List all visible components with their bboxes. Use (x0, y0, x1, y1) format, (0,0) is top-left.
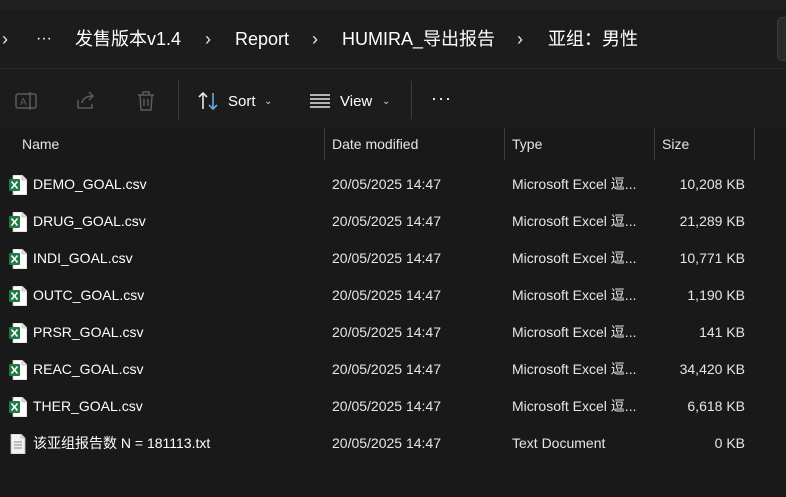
file-date-modified: 20/05/2025 14:47 (332, 250, 441, 266)
file-size: 10,771 KB (679, 250, 745, 266)
more-options-button[interactable]: ··· (431, 89, 452, 107)
breadcrumb-item-humira[interactable]: HUMIRA_导出报告 (342, 24, 495, 54)
file-date-modified: 20/05/2025 14:47 (332, 435, 441, 451)
file-size: 34,420 KB (679, 361, 745, 377)
chevron-right-icon[interactable]: › (2, 24, 8, 54)
file-name[interactable]: OUTC_GOAL.csv (33, 277, 144, 314)
breadcrumb-item-release[interactable]: 发售版本v1.4 (75, 24, 181, 54)
file-date-modified: 20/05/2025 14:47 (332, 324, 441, 340)
column-header-type[interactable]: Type (512, 128, 542, 160)
excel-csv-icon (9, 359, 28, 381)
file-type: Microsoft Excel 逗... (512, 398, 637, 414)
breadcrumb-overflow-button[interactable]: ··· (36, 24, 52, 54)
file-name[interactable]: THER_GOAL.csv (33, 388, 143, 425)
file-size: 141 KB (699, 324, 745, 340)
file-type: Text Document (512, 435, 606, 451)
search-box[interactable] (777, 17, 786, 61)
file-date-modified: 20/05/2025 14:47 (332, 213, 441, 229)
column-divider[interactable] (324, 128, 325, 160)
file-row[interactable]: PRSR_GOAL.csv 20/05/2025 14:47 Microsoft E… (0, 314, 786, 351)
rename-icon[interactable]: A (14, 89, 38, 113)
file-type: Microsoft Excel 逗... (512, 361, 637, 377)
text-file-icon (9, 433, 27, 455)
chevron-right-icon[interactable]: › (205, 24, 211, 54)
address-bar: › ··· 发售版本v1.4 › Report › HUMIRA_导出报告 › … (0, 0, 786, 68)
file-size: 1,190 KB (687, 287, 745, 303)
excel-csv-icon (9, 322, 28, 344)
file-size: 6,618 KB (687, 398, 745, 414)
column-divider[interactable] (654, 128, 655, 160)
toolbar-separator (178, 81, 179, 119)
view-icon[interactable] (308, 89, 332, 113)
file-name[interactable]: INDI_GOAL.csv (33, 240, 133, 277)
file-row[interactable]: THER_GOAL.csv 20/05/2025 14:47 Microsoft E… (0, 388, 786, 425)
file-row[interactable]: OUTC_GOAL.csv 20/05/2025 14:47 Microsoft E… (0, 277, 786, 314)
excel-csv-icon (9, 396, 28, 418)
delete-icon[interactable] (134, 89, 158, 113)
column-header-date[interactable]: Date modified (332, 128, 418, 160)
chevron-down-icon[interactable]: ⌄ (382, 93, 390, 111)
file-date-modified: 20/05/2025 14:47 (332, 361, 441, 377)
file-date-modified: 20/05/2025 14:47 (332, 398, 441, 414)
title-strip (0, 0, 786, 10)
file-name[interactable]: PRSR_GOAL.csv (33, 314, 143, 351)
file-type: Microsoft Excel 逗... (512, 324, 637, 340)
column-header-row: Name Date modified Type Size (0, 128, 786, 160)
file-name[interactable]: 该亚组报告数 N = 181113.txt (33, 425, 210, 462)
file-size: 0 KB (714, 435, 745, 451)
breadcrumb-item-report[interactable]: Report (235, 24, 289, 54)
column-divider[interactable] (504, 128, 505, 160)
file-row[interactable]: DEMO_GOAL.csv 20/05/2025 14:47 Microsoft E… (0, 166, 786, 203)
file-type: Microsoft Excel 逗... (512, 287, 637, 303)
share-icon[interactable] (74, 89, 98, 113)
chevron-right-icon[interactable]: › (312, 24, 318, 54)
excel-csv-icon (9, 285, 28, 307)
file-date-modified: 20/05/2025 14:47 (332, 176, 441, 192)
excel-csv-icon (9, 174, 28, 196)
file-size: 21,289 KB (679, 213, 745, 229)
chevron-down-icon[interactable]: ⌄ (264, 93, 272, 111)
sort-button[interactable]: Sort (228, 93, 256, 111)
file-row[interactable]: INDI_GOAL.csv 20/05/2025 14:47 Microsoft E… (0, 240, 786, 277)
file-type: Microsoft Excel 逗... (512, 250, 637, 266)
file-type: Microsoft Excel 逗... (512, 176, 637, 192)
file-row[interactable]: DRUG_GOAL.csv 20/05/2025 14:47 Microsoft E… (0, 203, 786, 240)
breadcrumb-item-subgroup[interactable]: 亚组：男性 (548, 24, 638, 54)
view-button[interactable]: View (340, 93, 372, 111)
file-date-modified: 20/05/2025 14:47 (332, 287, 441, 303)
sort-icon[interactable] (196, 89, 220, 113)
column-header-size[interactable]: Size (662, 128, 689, 160)
file-row[interactable]: REAC_GOAL.csv 20/05/2025 14:47 Microsoft E… (0, 351, 786, 388)
file-row[interactable]: 该亚组报告数 N = 181113.txt 20/05/2025 14:47 Tex… (0, 425, 786, 462)
command-bar: A Sort ⌄ View ⌄ ··· (0, 68, 786, 131)
file-name[interactable]: DEMO_GOAL.csv (33, 166, 147, 203)
excel-csv-icon (9, 211, 28, 233)
excel-csv-icon (9, 248, 28, 270)
file-type: Microsoft Excel 逗... (512, 213, 637, 229)
toolbar-separator (411, 81, 412, 119)
column-divider[interactable] (754, 128, 755, 160)
column-header-name[interactable]: Name (22, 128, 59, 160)
chevron-right-icon[interactable]: › (517, 24, 523, 54)
file-size: 10,208 KB (679, 176, 745, 192)
file-name[interactable]: REAC_GOAL.csv (33, 351, 143, 388)
file-name[interactable]: DRUG_GOAL.csv (33, 203, 146, 240)
svg-text:A: A (20, 97, 27, 108)
